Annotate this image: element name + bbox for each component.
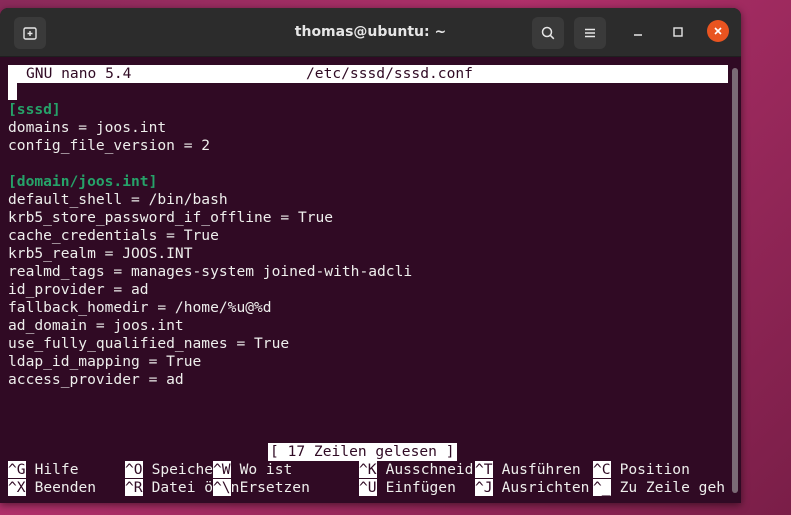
shortcut-key: ^C xyxy=(593,461,611,478)
shortcut-label: Position xyxy=(619,461,690,478)
shortcut-label: Hilfe xyxy=(34,461,79,478)
shortcut-label: Ausschneid xyxy=(385,461,474,478)
title-bar: thomas@ubuntu: ~ xyxy=(0,8,741,57)
config-line[interactable]: default_shell = /bin/bash xyxy=(8,191,228,209)
hamburger-menu-icon xyxy=(585,28,595,38)
shortcut-label: Zu Zeile geh xyxy=(619,479,726,496)
config-line[interactable]: cache_credentials = True xyxy=(8,227,219,245)
shortcut-key: ^G xyxy=(8,461,26,478)
shortcut-key: ^R xyxy=(125,479,143,496)
shortcut-label: Wo ist xyxy=(239,461,293,478)
config-line[interactable]: id_provider = ad xyxy=(8,281,149,299)
close-icon xyxy=(714,27,722,35)
shortcut-label: Beenden xyxy=(34,479,97,496)
scrollbar[interactable] xyxy=(732,68,738,493)
shortcut-item[interactable]: ^U Einfügen xyxy=(359,479,456,497)
config-section-line[interactable]: [sssd] xyxy=(8,101,61,119)
nano-filename: /etc/sssd/sssd.conf xyxy=(306,65,473,82)
nano-version: GNU nano 5.4 xyxy=(26,65,132,82)
config-line[interactable]: use_fully_qualified_names = True xyxy=(8,335,289,353)
shortcut-key: ^X xyxy=(8,479,26,496)
terminal-window: thomas@ubuntu: ~ GNU nano 5.4 /etc/sssd/… xyxy=(0,8,741,503)
shortcut-label: Ausführen xyxy=(501,461,581,478)
shortcut-key: ^U xyxy=(359,479,377,496)
search-icon xyxy=(541,26,555,40)
config-line[interactable]: ldap_id_mapping = True xyxy=(8,353,201,371)
shortcut-key: ^O xyxy=(125,461,143,478)
shortcut-key: ^J xyxy=(475,479,493,496)
shortcut-key: ^K xyxy=(359,461,377,478)
shortcut-item[interactable]: ^J Ausrichten xyxy=(475,479,589,497)
nano-header: GNU nano 5.4 /etc/sssd/sssd.conf xyxy=(8,65,728,83)
shortcut-label: Einfügen xyxy=(385,479,456,496)
shortcut-item[interactable]: ^X Beenden xyxy=(8,479,96,497)
shortcut-label: Ersetzen xyxy=(239,479,310,496)
minimize-button[interactable] xyxy=(628,22,648,42)
terminal-content[interactable]: GNU nano 5.4 /etc/sssd/sssd.conf [sssd] d… xyxy=(0,56,741,503)
shortcut-key: ^W xyxy=(213,461,231,478)
config-section-line[interactable]: [domain/joos.int] xyxy=(8,173,157,191)
shortcut-key: ^T xyxy=(475,461,493,478)
shortcut-item[interactable]: ^T Ausführen xyxy=(475,461,581,479)
shortcut-item[interactable]: ^K Ausschneid xyxy=(359,461,473,479)
maximize-icon xyxy=(673,27,683,37)
shortcut-item[interactable]: ^W Wo ist xyxy=(213,461,292,479)
shortcut-item[interactable]: ^G Hilfe xyxy=(8,461,79,479)
menu-button[interactable] xyxy=(574,17,606,49)
config-line[interactable]: config_file_version = 2 xyxy=(8,137,210,155)
scrollbar-thumb[interactable] xyxy=(732,68,738,493)
minimize-icon xyxy=(634,34,642,36)
status-message: [ 17 Zeilen gelesen ] xyxy=(268,443,457,461)
config-line[interactable]: ad_domain = joos.int xyxy=(8,317,184,335)
shortcut-key: ^_ xyxy=(593,479,611,496)
config-line[interactable]: domains = joos.int xyxy=(8,119,166,137)
shortcut-key: ^\ xyxy=(213,479,231,496)
config-line[interactable]: realmd_tags = manages-system joined-with… xyxy=(8,263,412,281)
close-button[interactable] xyxy=(707,20,729,42)
text-cursor xyxy=(8,83,17,100)
search-button[interactable] xyxy=(532,17,564,49)
config-line[interactable]: access_provider = ad xyxy=(8,371,184,389)
config-line[interactable]: krb5_realm = JOOS.INT xyxy=(8,245,193,263)
shortcut-label: Ausrichten xyxy=(501,479,590,496)
maximize-button[interactable] xyxy=(668,22,688,42)
shortcut-item[interactable]: ^\ Ersetzen xyxy=(213,479,310,497)
shortcut-item[interactable]: ^_ Zu Zeile geh xyxy=(593,479,725,497)
shortcut-item[interactable]: ^C Position xyxy=(593,461,690,479)
config-line[interactable]: krb5_store_password_if_offline = True xyxy=(8,209,333,227)
config-line[interactable]: fallback_homedir = /home/%u@%d xyxy=(8,299,272,317)
